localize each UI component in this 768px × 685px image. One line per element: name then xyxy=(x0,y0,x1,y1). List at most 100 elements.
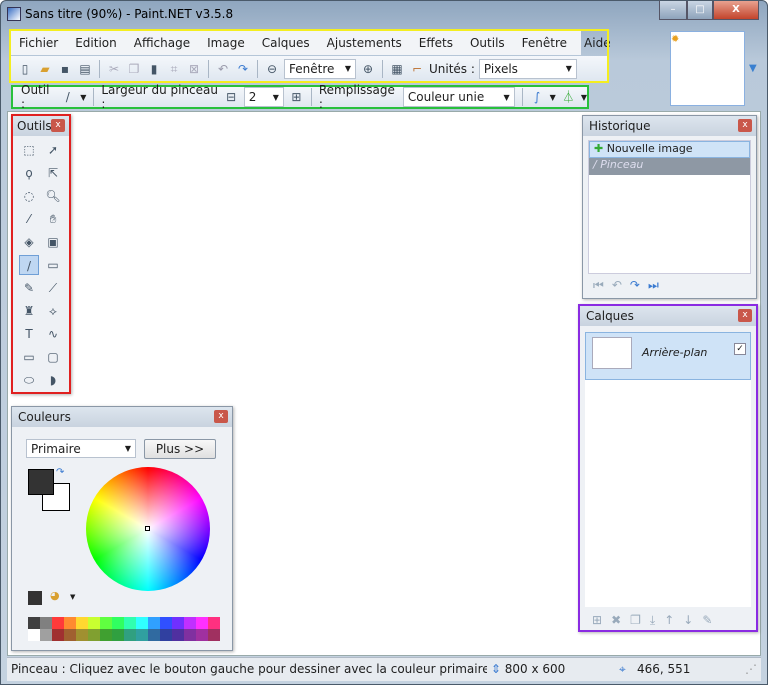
rectangle-select-tool[interactable]: ⬚ xyxy=(19,140,39,160)
chevron-down-icon[interactable]: ▼ xyxy=(550,93,556,102)
close-icon[interactable]: x xyxy=(738,119,752,132)
paintbrush-tool[interactable]: / xyxy=(19,255,39,275)
palette-swatch[interactable] xyxy=(112,617,124,629)
maximize-button[interactable]: □ xyxy=(687,1,713,20)
decrease-icon[interactable]: ⊟ xyxy=(224,89,239,105)
history-item[interactable]: / Pinceau xyxy=(589,158,750,175)
fill-select[interactable]: Couleur unie ▼ xyxy=(402,87,515,107)
palette-swatch[interactable] xyxy=(148,629,160,641)
palette-swatch[interactable] xyxy=(52,617,64,629)
palette-swatch[interactable] xyxy=(88,617,100,629)
palette-swatch[interactable] xyxy=(28,629,40,641)
merge-layer-icon[interactable]: ⤓ xyxy=(650,613,664,627)
separator xyxy=(93,88,95,106)
palette-swatch[interactable] xyxy=(160,629,172,641)
color-picker-tool[interactable]: ⟋ xyxy=(43,278,63,298)
delete-layer-icon[interactable]: ✖ xyxy=(611,613,630,627)
more-colors-button[interactable]: Plus >> xyxy=(144,439,216,459)
palette-swatch[interactable] xyxy=(196,629,208,641)
chevron-down-icon[interactable]: ▼ xyxy=(70,593,75,601)
lasso-select-tool[interactable]: ϙ xyxy=(19,163,39,183)
pan-tool[interactable]: ✋︎ xyxy=(43,209,63,229)
rewind-icon[interactable]: ⏮ xyxy=(593,278,612,292)
ellipse-select-tool[interactable]: ◌ xyxy=(19,186,39,206)
duplicate-layer-icon[interactable]: ❐ xyxy=(630,613,650,627)
undo-icon[interactable]: ↶ xyxy=(612,278,630,292)
palette-swatch[interactable] xyxy=(136,629,148,641)
palette-swatch[interactable] xyxy=(160,617,172,629)
palette-swatch[interactable] xyxy=(28,617,40,629)
palette-icon[interactable]: ◕ xyxy=(50,589,60,602)
thumbnail-menu-icon[interactable]: ▼ xyxy=(749,63,757,74)
clone-stamp-tool[interactable]: ♜ xyxy=(19,301,39,321)
palette-swatch[interactable] xyxy=(64,629,76,641)
resize-grip-icon[interactable]: ⋰ xyxy=(745,658,757,680)
color-mode-select[interactable]: Primaire ▼ xyxy=(26,439,136,458)
paint-bucket-tool[interactable]: ◈ xyxy=(19,232,39,252)
move-selection-tool[interactable]: ➚ xyxy=(43,140,63,160)
paintbrush-icon[interactable]: / xyxy=(60,89,75,105)
palette-swatch[interactable] xyxy=(124,629,136,641)
palette-swatch[interactable] xyxy=(184,617,196,629)
close-icon[interactable]: x xyxy=(738,309,752,322)
history-item[interactable]: ✚ Nouvelle image xyxy=(589,141,750,158)
palette-swatch[interactable] xyxy=(208,617,220,629)
swap-colors-icon[interactable]: ↷ xyxy=(56,467,64,478)
freeform-shape-tool[interactable]: ◗ xyxy=(43,370,63,390)
palette-swatch[interactable] xyxy=(100,617,112,629)
rounded-rectangle-tool[interactable]: ▢ xyxy=(43,347,63,367)
line-curve-tool[interactable]: ∿ xyxy=(43,324,63,344)
move-up-icon[interactable]: ↑ xyxy=(664,613,683,627)
palette-swatch[interactable] xyxy=(184,629,196,641)
palette-swatch[interactable] xyxy=(40,617,52,629)
brush-width-select[interactable]: 2 ▼ xyxy=(243,87,284,107)
palette-swatch[interactable] xyxy=(172,629,184,641)
color-wheel[interactable] xyxy=(86,467,210,591)
blend-mode-icon[interactable]: ⏃ xyxy=(561,89,576,105)
ellipse-tool[interactable]: ⬭ xyxy=(19,370,39,390)
chevron-down-icon[interactable]: ▼ xyxy=(581,93,587,102)
tools-panel-header: Outils x xyxy=(13,116,69,136)
palette-swatch[interactable] xyxy=(196,617,208,629)
chevron-down-icon[interactable]: ▼ xyxy=(80,93,86,102)
gradient-tool[interactable]: ▣ xyxy=(43,232,63,252)
palette-swatch[interactable] xyxy=(136,617,148,629)
palette-swatch[interactable] xyxy=(172,617,184,629)
image-thumbnail[interactable]: ✹ xyxy=(670,31,745,106)
layer-item[interactable]: Arrière-plan ✓ xyxy=(585,332,751,380)
palette-swatch[interactable] xyxy=(76,629,88,641)
antialiasing-icon[interactable]: ∫ xyxy=(530,89,545,105)
palette-swatch[interactable] xyxy=(88,629,100,641)
palette-swatch[interactable] xyxy=(52,629,64,641)
layer-visibility-checkbox[interactable]: ✓ xyxy=(734,343,746,355)
primary-color-swatch[interactable] xyxy=(28,469,54,495)
palette-swatch[interactable] xyxy=(124,617,136,629)
close-button[interactable]: X xyxy=(713,1,759,20)
zoom-tool[interactable]: 🔍︎ xyxy=(43,186,63,206)
palette-swatch[interactable] xyxy=(148,617,160,629)
move-down-icon[interactable]: ↓ xyxy=(683,613,702,627)
color-wheel-cursor[interactable] xyxy=(145,526,150,531)
palette-swatch[interactable] xyxy=(40,629,52,641)
recolor-tool[interactable]: ⟡ xyxy=(43,301,63,321)
move-selection-outline-tool[interactable]: ⇱ xyxy=(43,163,63,183)
layer-properties-icon[interactable]: ✎ xyxy=(702,613,721,627)
palette-swatch[interactable] xyxy=(208,629,220,641)
fast-forward-icon[interactable]: ⏭ xyxy=(648,278,667,292)
palette-swatch[interactable] xyxy=(76,617,88,629)
eraser-tool[interactable]: ▭ xyxy=(43,255,63,275)
add-color-icon[interactable] xyxy=(28,591,42,605)
minimize-button[interactable]: – xyxy=(659,1,687,20)
increase-icon[interactable]: ⊞ xyxy=(289,89,304,105)
pencil-tool[interactable]: ✎ xyxy=(19,278,39,298)
add-layer-icon[interactable]: ⊞ xyxy=(592,613,611,627)
palette-swatch[interactable] xyxy=(100,629,112,641)
palette-swatch[interactable] xyxy=(112,629,124,641)
rectangle-tool[interactable]: ▭ xyxy=(19,347,39,367)
palette-swatch[interactable] xyxy=(64,617,76,629)
magic-wand-tool[interactable]: ⁄ xyxy=(19,209,39,229)
redo-icon[interactable]: ↷ xyxy=(630,278,648,292)
close-icon[interactable]: x xyxy=(214,410,228,423)
text-tool[interactable]: T xyxy=(19,324,39,344)
close-icon[interactable]: x xyxy=(51,119,65,132)
